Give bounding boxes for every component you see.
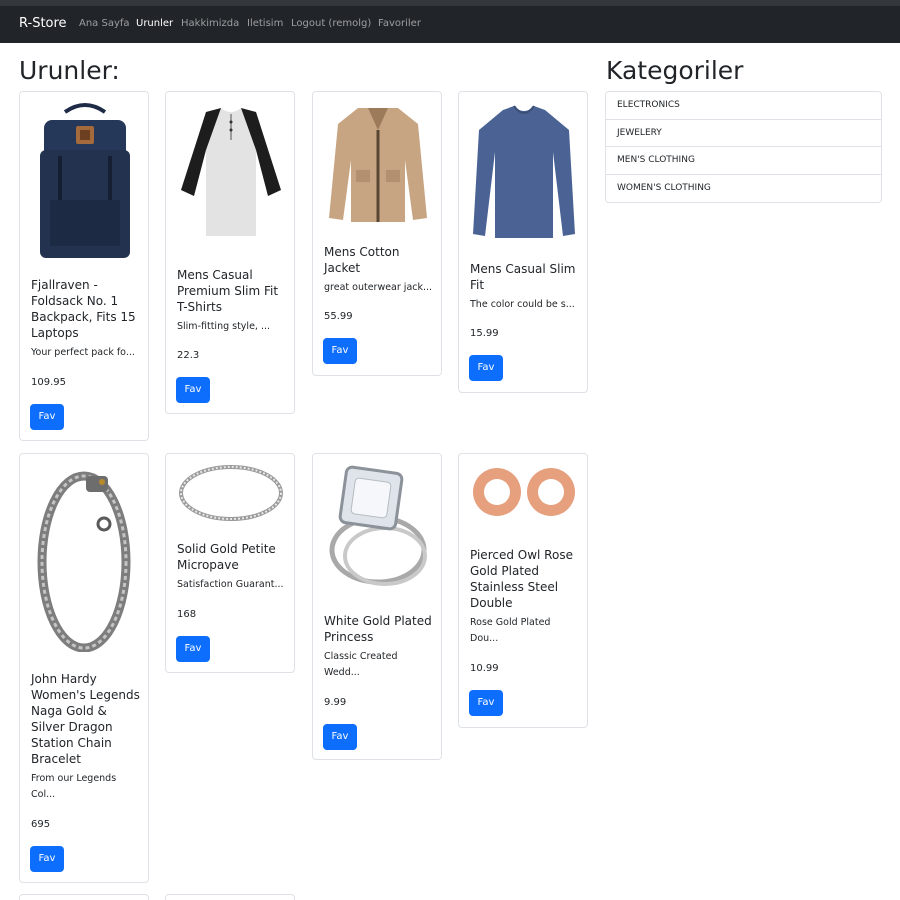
product-card: Mens Cotton Jacket great outerwear jack.…: [312, 91, 442, 376]
product-card-partial: [19, 894, 149, 900]
category-item-electronics[interactable]: ELECTRONICS: [606, 92, 881, 120]
product-description: Rose Gold Plated Dou...: [470, 617, 551, 644]
product-description: The color could be s...: [470, 299, 575, 310]
nav-link-iletisim[interactable]: Iletisim: [247, 18, 283, 29]
product-description: Satisfaction Guarant...: [177, 579, 284, 590]
nav-link-hakkimizda[interactable]: Hakkimizda: [181, 18, 239, 29]
product-price: 695: [31, 819, 51, 830]
product-description: From our Legends Col...: [31, 773, 117, 800]
nav-link-logout[interactable]: Logout (remolg): [291, 18, 371, 29]
page-title: Urunler:: [19, 56, 120, 85]
product-card: Fjallraven - Foldsack No. 1 Backpack, Fi…: [19, 91, 149, 441]
fav-button[interactable]: Fav: [30, 846, 64, 872]
fav-button[interactable]: Fav: [469, 355, 503, 381]
product-price: 22.3: [177, 350, 200, 361]
ring-image: [179, 465, 283, 521]
category-item-womens-clothing[interactable]: WOMEN'S CLOTHING: [606, 175, 881, 203]
product-description: Classic Created Wedd...: [324, 651, 398, 678]
categories-title: Kategoriler: [606, 56, 744, 85]
product-price: 10.99: [470, 663, 499, 674]
fav-button[interactable]: Fav: [469, 690, 503, 716]
product-card: Solid Gold Petite Micropave Satisfaction…: [165, 453, 295, 673]
navbar: R-Store Ana Sayfa Urunler Hakkimizda Ile…: [0, 0, 900, 43]
product-title[interactable]: Pierced Owl Rose Gold Plated Stainless S…: [470, 547, 579, 611]
product-title[interactable]: Fjallraven - Foldsack No. 1 Backpack, Fi…: [31, 277, 140, 341]
backpack-image: [40, 103, 130, 258]
product-title[interactable]: Solid Gold Petite Micropave: [177, 541, 286, 573]
fav-button[interactable]: Fav: [176, 636, 210, 662]
product-title[interactable]: Mens Casual Slim Fit: [470, 261, 579, 293]
product-description: great outerwear jack...: [324, 282, 433, 293]
product-price: 9.99: [324, 697, 347, 708]
sweater-image: [473, 105, 575, 238]
fav-button[interactable]: Fav: [323, 724, 357, 750]
product-title[interactable]: White Gold Plated Princess: [324, 613, 433, 645]
product-price: 15.99: [470, 328, 499, 339]
product-price: 55.99: [324, 311, 353, 322]
jacket-image: [329, 108, 427, 222]
fav-button[interactable]: Fav: [323, 338, 357, 364]
product-price: 168: [177, 609, 197, 620]
fav-button[interactable]: Fav: [30, 404, 64, 430]
product-description: Slim-fitting style, ...: [177, 321, 271, 332]
product-card: Pierced Owl Rose Gold Plated Stainless S…: [458, 453, 588, 728]
nav-link-urunler[interactable]: Urunler: [136, 18, 173, 29]
nav-link-ana-sayfa[interactable]: Ana Sayfa: [79, 18, 130, 29]
brand-logo[interactable]: R-Store: [19, 16, 67, 31]
product-description: Your perfect pack fo...: [31, 347, 135, 358]
bracelet-image: [37, 471, 131, 652]
product-card: Mens Casual Slim Fit The color could be …: [458, 91, 588, 393]
product-title[interactable]: John Hardy Women's Legends Naga Gold & S…: [31, 671, 140, 767]
fav-button[interactable]: Fav: [176, 377, 210, 403]
category-list: ELECTRONICS JEWELERY MEN'S CLOTHING WOME…: [605, 91, 882, 203]
product-title[interactable]: Mens Cotton Jacket: [324, 244, 433, 276]
rose-gold-plugs-image: [473, 468, 575, 516]
product-card: White Gold Plated Princess Classic Creat…: [312, 453, 442, 760]
tshirt-image: [181, 108, 281, 236]
product-card: John Hardy Women's Legends Naga Gold & S…: [19, 453, 149, 883]
product-title[interactable]: Mens Casual Premium Slim Fit T-Shirts: [177, 267, 286, 315]
product-card: Mens Casual Premium Slim Fit T-Shirts Sl…: [165, 91, 295, 414]
product-price: 109.95: [31, 377, 66, 388]
category-item-jewelery[interactable]: JEWELERY: [606, 120, 881, 147]
product-card-partial: [165, 894, 295, 900]
princess-ring-image: [329, 465, 427, 586]
nav-link-favoriler[interactable]: Favoriler: [378, 18, 421, 29]
category-item-mens-clothing[interactable]: MEN'S CLOTHING: [606, 147, 881, 175]
